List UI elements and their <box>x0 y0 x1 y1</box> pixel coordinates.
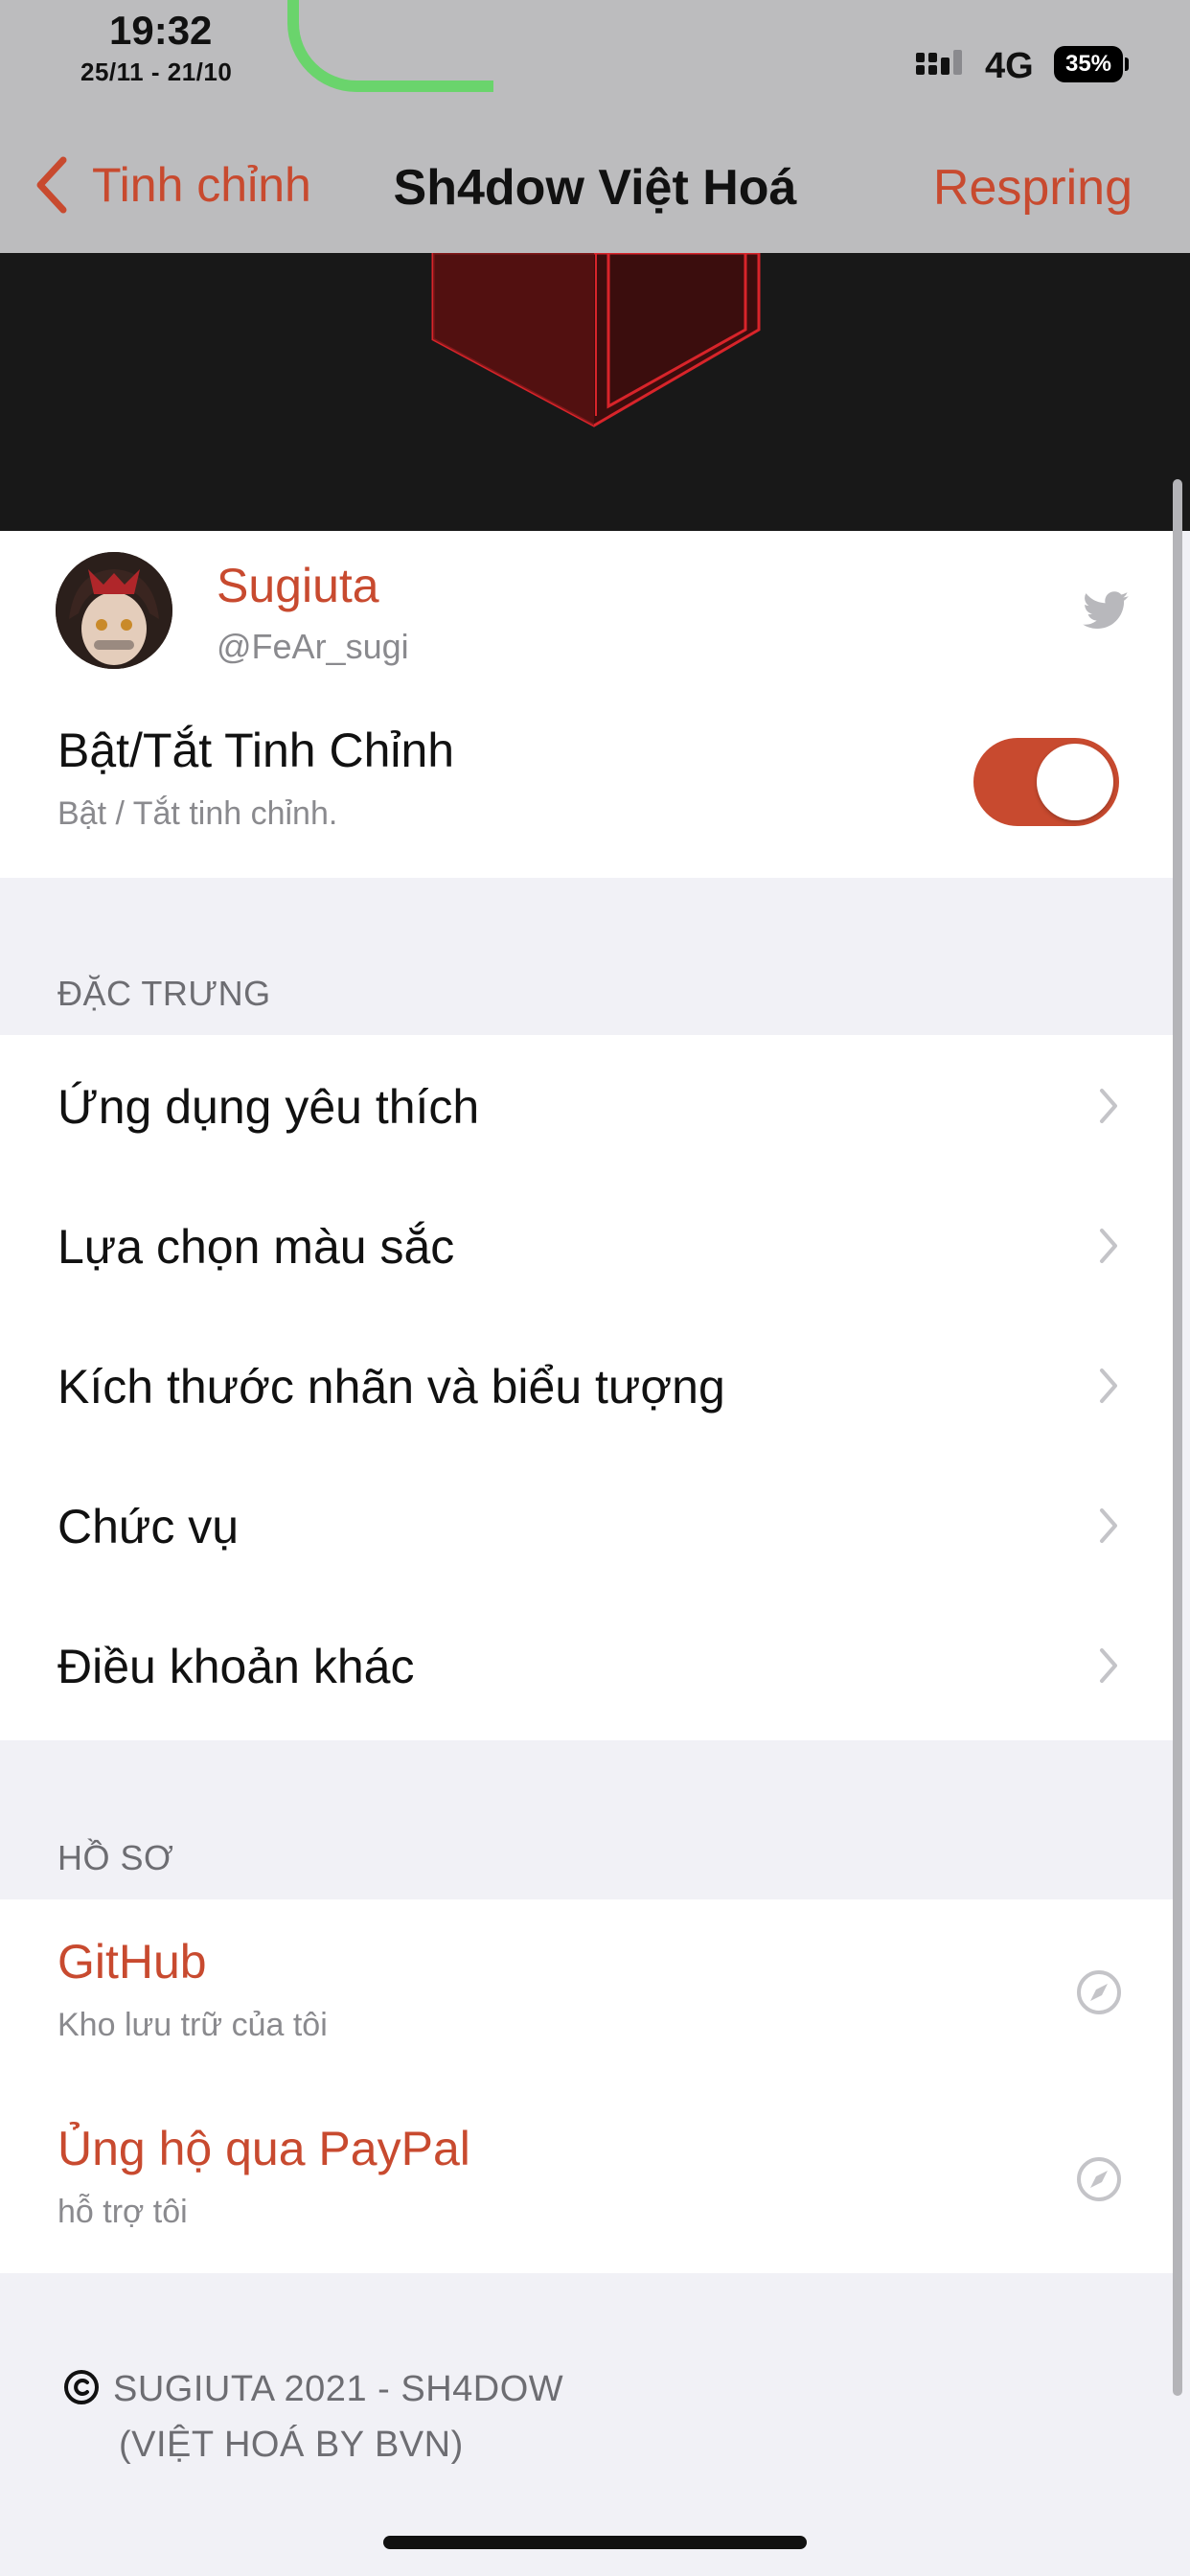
call-indicator-arc <box>287 0 493 92</box>
list-item-label: Lựa chọn màu sắc <box>57 1220 455 1274</box>
link-subtitle: Kho lưu trữ của tôi <box>57 2007 328 2043</box>
chevron-right-icon <box>1100 1648 1117 1683</box>
scrollbar[interactable] <box>1173 479 1182 2396</box>
chevron-left-icon <box>36 156 67 214</box>
section-header-profile: HỒ SƠ <box>57 1838 174 1877</box>
settings-screen: 19:32 25/11 - 21/10 4G 35% Tinh chỉnh Sh… <box>0 0 1190 2576</box>
list-item-label: Điều khoản khác <box>57 1640 415 1693</box>
avatar <box>56 552 172 669</box>
profile-card: Sugiuta @FeAr_sugi Bật/Tắt Tinh Chỉnh Bậ… <box>0 531 1177 878</box>
safari-compass-icon <box>1077 2157 1121 2201</box>
list-item[interactable]: Lựa chọn màu sắc <box>0 1175 1177 1315</box>
status-date: 25/11 - 21/10 <box>80 58 233 86</box>
toggle-subtitle: Bật / Tắt tinh chỉnh. <box>57 795 338 832</box>
back-label: Tinh chỉnh <box>92 158 311 212</box>
features-list: Ứng dụng yêu thích Lựa chọn màu sắc Kích… <box>0 1035 1177 1740</box>
chevron-right-icon <box>1100 1229 1117 1263</box>
section-header-features: ĐẶC TRƯNG <box>57 974 271 1013</box>
link-title: GitHub <box>57 1935 207 1989</box>
toggle-title: Bật/Tắt Tinh Chỉnh <box>57 724 455 777</box>
footer-credit-line1: SUGIUTA 2021 - SH4DOW <box>113 2369 564 2409</box>
footer-credit-line2: (VIỆT HOÁ BY BVN) <box>119 2425 464 2465</box>
link-subtitle: hỗ trợ tôi <box>57 2194 188 2230</box>
github-link[interactable]: GitHub Kho lưu trữ của tôi <box>0 1899 1177 2086</box>
battery-icon: 35% <box>1054 46 1129 82</box>
enable-tweak-toggle[interactable] <box>973 738 1119 826</box>
status-time: 19:32 <box>109 8 213 53</box>
status-bar: 19:32 25/11 - 21/10 4G 35% <box>0 0 1190 105</box>
list-item[interactable]: Điều khoản khác <box>0 1595 1177 1740</box>
chevron-right-icon <box>1100 1089 1117 1123</box>
back-button[interactable]: Tinh chỉnh <box>34 153 311 217</box>
paypal-link[interactable]: Ủng hộ qua PayPal hỗ trợ tôi <box>0 2086 1177 2273</box>
avatar-image <box>56 552 172 669</box>
copyright-icon <box>64 2370 99 2404</box>
list-item[interactable]: Ứng dụng yêu thích <box>0 1035 1177 1175</box>
list-item-label: Kích thước nhãn và biểu tượng <box>57 1360 725 1414</box>
list-item-label: Ứng dụng yêu thích <box>57 1080 480 1134</box>
profile-handle: @FeAr_sugi <box>217 627 409 666</box>
list-item[interactable]: Kích thước nhãn và biểu tượng <box>0 1315 1177 1455</box>
network-type: 4G <box>985 46 1034 86</box>
header-banner <box>0 253 1190 531</box>
safari-compass-icon <box>1077 1970 1121 2014</box>
profile-name[interactable]: Sugiuta <box>217 558 379 613</box>
list-item-label: Chức vụ <box>57 1500 240 1553</box>
banner-logo-graphic <box>431 253 761 427</box>
chevron-right-icon <box>1100 1368 1117 1403</box>
navigation-bar: Tinh chỉnh Sh4dow Việt Hoá Respring <box>0 105 1190 253</box>
home-indicator[interactable] <box>383 2536 807 2549</box>
link-title: Ủng hộ qua PayPal <box>57 2122 470 2175</box>
chevron-right-icon <box>1100 1508 1117 1543</box>
profile-links-list: GitHub Kho lưu trữ của tôi Ủng hộ qua Pa… <box>0 1899 1177 2273</box>
toggle-knob <box>1037 744 1113 820</box>
respring-button[interactable]: Respring <box>933 159 1133 217</box>
battery-percent: 35% <box>1064 51 1112 77</box>
list-item[interactable]: Chức vụ <box>0 1455 1177 1595</box>
cellular-signal-icon <box>916 50 962 75</box>
twitter-icon[interactable] <box>1081 586 1131 636</box>
